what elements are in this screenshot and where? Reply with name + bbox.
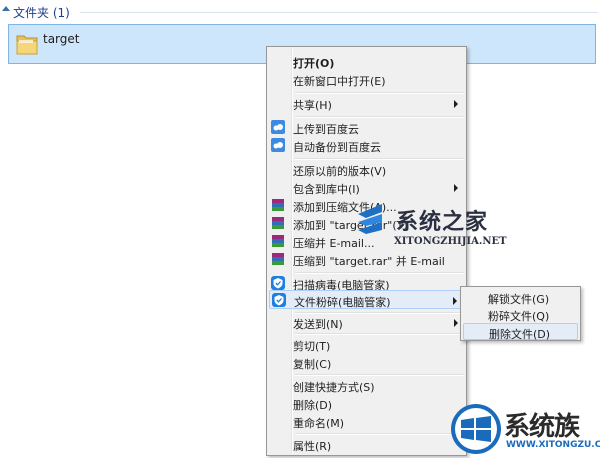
- menu-item-label: 在新窗口中打开(E): [293, 75, 386, 88]
- menu-item-send-to[interactable]: 发送到(N): [269, 313, 464, 332]
- watermark-xitongzu: 系统族 WWW.XITONGZU.COM: [446, 400, 600, 458]
- submenu-item-label: 删除文件(D): [489, 328, 551, 341]
- menu-item-share[interactable]: 共享(H): [269, 94, 464, 113]
- menu-item-create-shortcut[interactable]: 创建快捷方式(S): [269, 376, 464, 395]
- menu-item-file-shred[interactable]: 文件粉碎(电脑管家): [269, 290, 464, 309]
- baidu-cloud-icon: [271, 120, 285, 134]
- menu-item-cut[interactable]: 剪切(T): [269, 335, 464, 354]
- menu-item-copy[interactable]: 复制(C): [269, 353, 464, 372]
- menu-item-label: 共享(H): [293, 99, 332, 112]
- folder-icon: [16, 35, 38, 55]
- menu-item-label: 打开(O): [293, 57, 335, 70]
- watermark-title: 系统族: [504, 412, 580, 442]
- submenu-arrow-icon: [454, 319, 458, 327]
- menu-item-delete[interactable]: 删除(D): [269, 394, 464, 413]
- group-label: 文件夹 (1): [13, 6, 70, 20]
- menu-item-backup-baidu[interactable]: 自动备份到百度云: [269, 136, 464, 155]
- menu-item-label: 自动备份到百度云: [293, 141, 381, 154]
- submenu-item-shred[interactable]: 粉碎文件(Q): [463, 306, 578, 323]
- xitongzhijia-logo-icon: [358, 204, 382, 234]
- submenu-arrow-icon: [454, 184, 458, 192]
- winrar-icon: [272, 217, 284, 229]
- baidu-cloud-icon: [271, 138, 285, 152]
- submenu-item-label: 解锁文件(G): [488, 293, 550, 306]
- shield-icon: [271, 276, 285, 290]
- menu-item-label: 发送到(N): [293, 318, 343, 331]
- winrar-icon: [272, 235, 284, 247]
- watermark-title: 系统之家: [396, 210, 489, 235]
- menu-item-open[interactable]: 打开(O): [269, 52, 464, 71]
- collapse-arrow-icon[interactable]: [2, 6, 10, 11]
- menu-item-rename[interactable]: 重命名(M): [269, 412, 464, 431]
- file-name: target: [43, 32, 80, 46]
- menu-item-label: 文件粉碎(电脑管家): [294, 296, 391, 309]
- shred-submenu: 解锁文件(G) 粉碎文件(Q) 删除文件(D): [460, 286, 581, 341]
- winrar-icon: [272, 199, 284, 211]
- menu-item-label: 创建快捷方式(S): [293, 381, 375, 394]
- menu-item-label: 重命名(M): [293, 417, 345, 430]
- submenu-arrow-icon: [454, 100, 458, 108]
- watermark-subtitle: WWW.XITONGZU.COM: [506, 440, 600, 450]
- menu-item-label: 属性(R): [293, 440, 332, 453]
- menu-item-upload-baidu[interactable]: 上传到百度云: [269, 118, 464, 137]
- watermark-xitongzhijia: 系统之家 XITONGZHIJIA.NET: [352, 196, 532, 256]
- submenu-arrow-icon: [453, 297, 457, 305]
- group-divider: [80, 12, 598, 13]
- shield-icon: [272, 293, 286, 307]
- winrar-icon: [272, 253, 284, 265]
- submenu-item-delete[interactable]: 删除文件(D): [463, 323, 578, 341]
- menu-item-properties[interactable]: 属性(R): [269, 435, 464, 454]
- menu-item-label: 包含到库中(I): [293, 183, 360, 196]
- submenu-item-label: 粉碎文件(Q): [488, 310, 550, 323]
- menu-item-label: 剪切(T): [293, 340, 331, 353]
- menu-item-label: 复制(C): [293, 358, 332, 371]
- submenu-item-unlock[interactable]: 解锁文件(G): [463, 289, 578, 306]
- menu-item-label: 还原以前的版本(V): [293, 165, 387, 178]
- menu-item-label: 删除(D): [293, 399, 333, 412]
- menu-item-restore-versions[interactable]: 还原以前的版本(V): [269, 160, 464, 179]
- menu-item-label: 上传到百度云: [293, 123, 359, 136]
- watermark-subtitle: XITONGZHIJIA.NET: [394, 236, 507, 247]
- group-header[interactable]: 文件夹 (1): [0, 0, 600, 22]
- menu-item-include-library[interactable]: 包含到库中(I): [269, 178, 464, 197]
- windows-logo-icon: [451, 404, 501, 454]
- menu-item-open-new-window[interactable]: 在新窗口中打开(E): [269, 70, 464, 89]
